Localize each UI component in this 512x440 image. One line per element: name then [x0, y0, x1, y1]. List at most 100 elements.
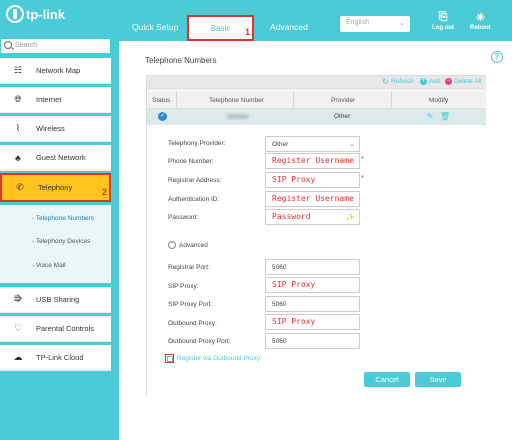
column-header-provider: Provider: [331, 97, 356, 104]
search-placeholder: Search: [15, 42, 38, 49]
registrar-address-label: Registrar Address:: [168, 177, 222, 184]
phone-number-field[interactable]: Register Username: [265, 153, 360, 169]
sidebar-subitem-telephone-numbers[interactable]: - Telephone Numbers: [32, 215, 94, 222]
sidebar-item-label: USB Sharing: [36, 295, 80, 304]
register-via-outbound-proxy-checkbox[interactable]: Register via Outbound Proxy: [165, 354, 260, 363]
authentication-id-field[interactable]: Register Username: [265, 191, 360, 207]
provider-cell: Other: [334, 113, 351, 120]
logout-label: Log out: [432, 25, 454, 31]
column-header-status: Status: [152, 97, 171, 104]
annotation-marker-2: 2: [102, 187, 108, 197]
telephony-submenu: - Telephone Numbers - Telephony Devices …: [0, 205, 111, 283]
logo-text: tp-link: [26, 6, 65, 22]
language-select[interactable]: English ⌄: [340, 16, 410, 32]
phone-number-label: Phone Number:: [168, 158, 214, 165]
sidebar-item-network-map[interactable]: ☷ Network Map: [0, 58, 111, 84]
telephone-number-redacted: [227, 114, 249, 119]
phone-icon: ✆: [16, 182, 24, 192]
add-button[interactable]: + Add: [420, 78, 441, 85]
reboot-label: Reboot: [470, 25, 491, 31]
outbound-proxy-label: Outbound Proxy:: [168, 320, 217, 327]
sidebar-item-label: Guest Network: [36, 153, 86, 162]
logout-button[interactable]: ⎘ Log out: [432, 11, 454, 31]
sidebar-item-tp-link-cloud[interactable]: ☁ TP-Link Cloud: [0, 345, 111, 371]
tp-link-logo[interactable]: tp-link: [6, 5, 65, 23]
page-title: Telephone Numbers: [145, 56, 217, 65]
registrar-port-label: Registrar Port:: [168, 264, 210, 271]
registrar-port-field[interactable]: 5060: [265, 259, 360, 275]
reboot-button[interactable]: ✳ Reboot: [470, 11, 491, 31]
search-icon: [4, 41, 12, 49]
add-label: Add: [429, 78, 441, 85]
sidebar-item-wireless[interactable]: ⌇ Wireless: [0, 116, 111, 142]
table-header: Status Telephone Number Provider Modify: [147, 91, 486, 109]
reboot-icon: ✳: [475, 12, 485, 24]
annotation-marker-1: 1: [245, 27, 251, 37]
sip-proxy-field[interactable]: SIP Proxy: [265, 277, 360, 293]
sip-proxy-label: SIP Proxy:: [168, 283, 199, 290]
refresh-label: Refresh: [391, 78, 414, 85]
sidebar-item-internet[interactable]: 🌐︎ Internet: [0, 87, 111, 113]
outbound-proxy-port-field[interactable]: 5060: [265, 333, 360, 349]
column-header-telephone-number: Telephone Number: [209, 97, 264, 104]
sip-proxy-port-field[interactable]: 5060: [265, 296, 360, 312]
advanced-toggle[interactable]: ⌃ Advanced: [168, 241, 208, 249]
refresh-button[interactable]: ↻ Refresh: [382, 77, 414, 86]
password-field[interactable]: Password ✨: [265, 209, 360, 225]
delete-all-icon: −: [445, 78, 452, 85]
globe-icon: 🌐︎: [14, 94, 22, 104]
password-value: Password: [272, 212, 311, 221]
delete-all-button[interactable]: − Delete All: [445, 78, 481, 85]
tab-advanced[interactable]: Advanced: [270, 22, 308, 32]
tp-link-logo-icon: [6, 5, 24, 23]
heart-icon: ♡: [13, 323, 23, 333]
sidebar-item-parental-controls[interactable]: ♡ Parental Controls: [0, 316, 111, 342]
guest-network-icon: ♣: [15, 152, 21, 163]
cloud-icon: ☁: [13, 352, 23, 362]
chevron-down-icon: ⌄: [349, 141, 355, 148]
tab-quick-setup[interactable]: Quick Setup: [132, 22, 178, 32]
provider-select[interactable]: Other ⌄: [265, 136, 360, 152]
sidebar-item-label: Internet: [36, 95, 62, 104]
checkbox-icon: [165, 354, 174, 363]
sidebar-item-label: Telephony: [38, 183, 73, 192]
advanced-label: Advanced: [179, 241, 208, 249]
chevron-up-icon: ⌃: [168, 241, 176, 249]
show-password-icon[interactable]: ✨: [346, 213, 355, 221]
sidebar-subitem-telephony-devices[interactable]: - Telephony Devices: [32, 238, 90, 245]
table-row[interactable]: ✓ Other ✎ 🗑︎: [147, 109, 486, 125]
cancel-button[interactable]: Cancel: [364, 372, 410, 387]
tab-basic[interactable]: Basic: [187, 15, 254, 41]
registrar-address-field[interactable]: SIP Proxy: [265, 172, 360, 188]
top-bar: tp-link Quick Setup Basic 1 Advanced Eng…: [0, 0, 512, 41]
network-map-icon: ☷: [13, 65, 23, 75]
save-button[interactable]: Save: [415, 372, 461, 387]
sidebar-item-usb-sharing[interactable]: ⭆ USB Sharing: [0, 287, 111, 313]
help-icon[interactable]: ?: [491, 51, 503, 63]
delete-all-label: Delete All: [454, 78, 482, 85]
edit-icon[interactable]: ✎: [427, 112, 434, 121]
sidebar-item-telephony[interactable]: ✆ Telephony 2: [0, 173, 111, 202]
chevron-down-icon: ⌄: [399, 20, 405, 27]
refresh-icon: ↻: [382, 77, 389, 86]
logout-icon: ⎘: [438, 11, 448, 23]
trash-icon[interactable]: 🗑︎: [440, 112, 450, 121]
register-outbound-label: Register via Outbound Proxy: [177, 355, 261, 362]
provider-label: Telephony Provider:: [168, 140, 226, 147]
add-icon: +: [420, 78, 427, 85]
authentication-id-label: Authentication ID:: [168, 196, 220, 203]
password-label: Password:: [168, 214, 199, 221]
sidebar-subitem-voice-mail[interactable]: - Voice Mail: [32, 262, 66, 269]
wifi-icon: ⌇: [15, 123, 21, 133]
usb-icon: ⭆: [13, 294, 23, 304]
sidebar-item-label: Network Map: [36, 66, 81, 75]
outbound-proxy-port-label: Outbound Proxy Port:: [168, 338, 231, 345]
sip-proxy-port-label: SIP Proxy Port:: [168, 301, 213, 308]
sidebar-item-label: TP-Link Cloud: [36, 353, 84, 362]
outbound-proxy-field[interactable]: SIP Proxy: [265, 314, 360, 330]
sidebar-item-guest-network[interactable]: ♣ Guest Network: [0, 145, 111, 171]
search-input[interactable]: Search: [1, 39, 110, 53]
status-check-icon: ✓: [158, 112, 167, 121]
sidebar: Search ☷ Network Map 🌐︎ Internet ⌇ Wirel…: [0, 37, 119, 440]
column-header-modify: Modify: [429, 97, 449, 104]
